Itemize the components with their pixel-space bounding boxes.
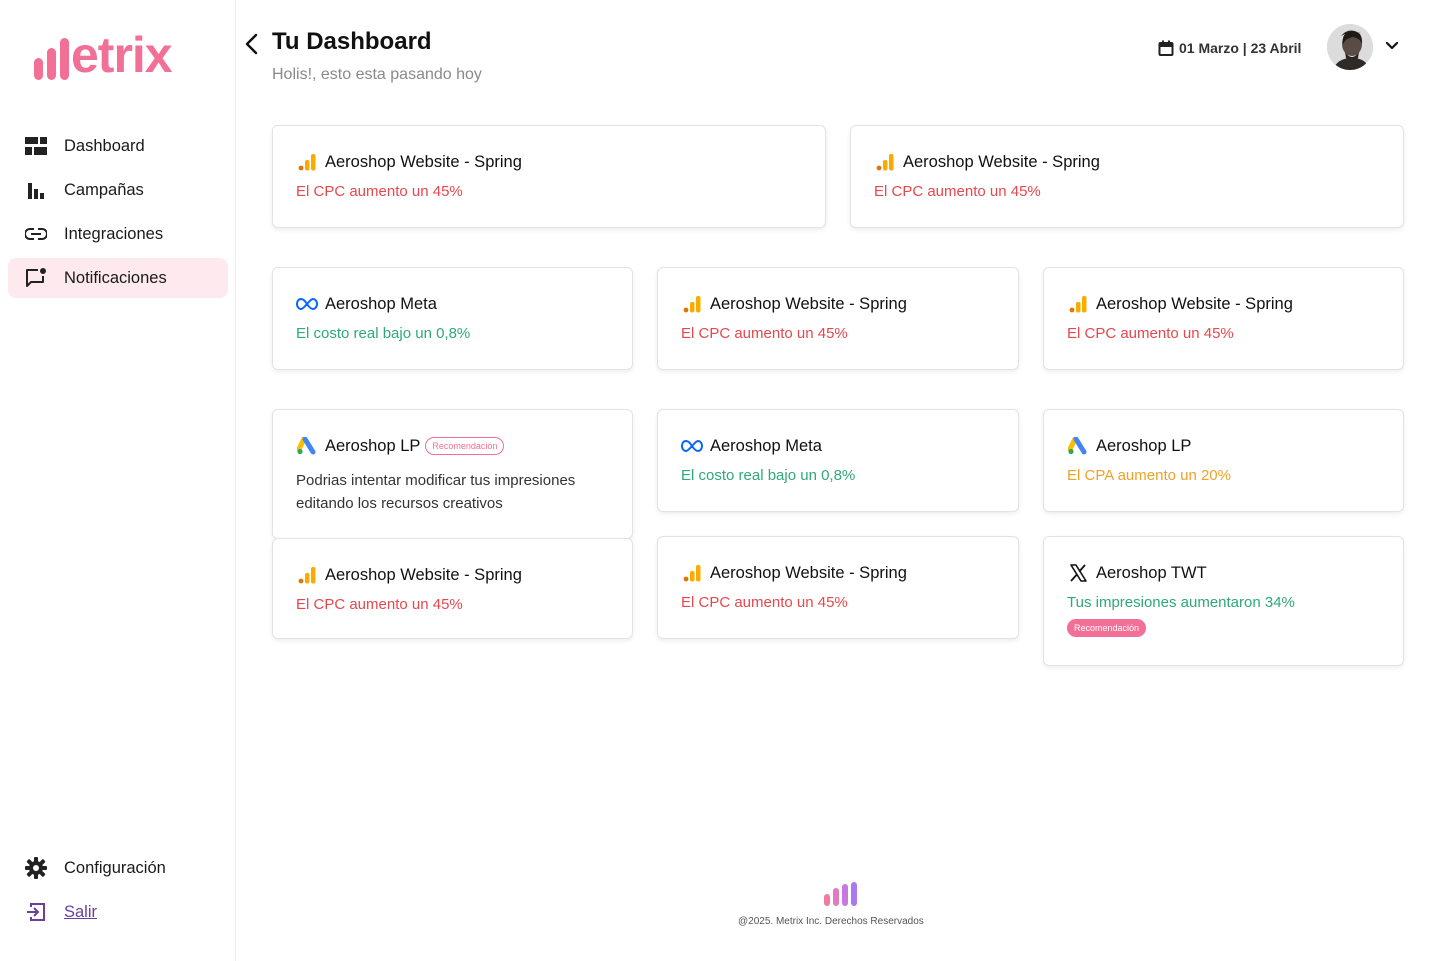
sidebar-item-label: Notificaciones [64,268,167,287]
google-ads-icon [1067,436,1089,456]
card-message: El CPC aumento un 45% [1067,325,1234,342]
link-icon [24,222,48,246]
sidebar-item-integraciones[interactable]: Integraciones [8,214,228,254]
notification-card[interactable]: Aeroshop Website - Spring El CPC aumento… [272,125,826,228]
card-description: Podrias intentar modificar tus impresion… [296,472,576,512]
google-ads-icon [296,436,318,456]
avatar[interactable] [1327,24,1373,70]
date-range-picker[interactable]: 01 Marzo | 23 Abril [1158,38,1301,58]
sidebar-item-configuracion[interactable]: Configuración [8,848,228,888]
card-message: El CPC aumento un 45% [681,594,848,611]
card-title: Aeroshop LP [325,436,421,455]
sidebar-item-dashboard[interactable]: Dashboard [8,126,228,166]
brand-logo[interactable]: etrix [34,27,173,83]
card-title: Aeroshop LP [1096,436,1192,455]
card-title: Aeroshop Website - Spring [1096,294,1293,313]
card-message: El CPC aumento un 45% [296,183,463,200]
card-title: Aeroshop Website - Spring [710,563,907,582]
sidebar-item-campanas[interactable]: Campañas [8,170,228,210]
logout-icon [24,900,48,924]
google-analytics-icon [681,294,703,314]
meta-icon [681,436,703,456]
dashboard-icon [24,134,48,158]
notification-card[interactable]: Aeroshop Meta El costo real bajo un 0,8% [657,409,1019,512]
user-photo [1327,24,1373,70]
card-message: El CPC aumento un 45% [296,596,463,613]
brand-name: etrix [71,27,173,83]
gear-icon [24,856,48,880]
chevron-left-icon [245,33,258,55]
card-message: El CPC aumento un 45% [681,325,848,342]
card-message: El costo real bajo un 0,8% [681,467,856,484]
page-title: Tu Dashboard [272,28,432,55]
user-menu-button[interactable] [1382,36,1402,56]
google-analytics-icon [296,152,318,172]
x-twitter-icon [1067,563,1089,583]
card-title: Aeroshop TWT [1096,563,1207,582]
calendar-icon [1158,40,1174,56]
bar-chart-icon [24,178,48,202]
card-message: El costo real bajo un 0,8% [296,325,471,342]
card-title: Aeroshop Website - Spring [710,294,907,313]
notification-card[interactable]: Aeroshop Website - Spring El CPC aumento… [657,267,1019,370]
card-message: Tus impresiones aumentaron 34% [1067,594,1295,611]
recommendation-card[interactable]: Aeroshop LP Recomendación Podrias intent… [272,409,633,539]
meta-icon [296,294,318,314]
chevron-down-icon [1385,41,1399,50]
sidebar-item-salir[interactable]: Salir [8,892,228,932]
google-analytics-icon [296,565,318,585]
sidebar-bottom-nav: Configuración Salir [8,848,228,936]
google-analytics-icon [1067,294,1089,314]
notification-card[interactable]: Aeroshop TWT Tus impresiones aumentaron … [1043,536,1404,666]
sidebar-item-label: Dashboard [64,136,145,155]
card-title: Aeroshop Meta [325,294,437,313]
notification-card[interactable]: Aeroshop LP El CPA aumento un 20% [1043,409,1404,512]
sidebar-nav: Dashboard Campañas Integraciones Notific… [8,126,228,302]
footer-logo-icon [824,882,857,906]
card-title: Aeroshop Website - Spring [903,152,1100,171]
sidebar-item-label: Configuración [64,858,166,877]
card-title: Aeroshop Website - Spring [325,152,522,171]
notification-card[interactable]: Aeroshop Meta El costo real bajo un 0,8% [272,267,633,370]
card-message: El CPA aumento un 20% [1067,467,1231,484]
sidebar-item-label: Salir [64,902,98,921]
google-analytics-icon [681,563,703,583]
date-range-text: 01 Marzo | 23 Abril [1179,40,1302,56]
notification-card[interactable]: Aeroshop Website - Spring El CPC aumento… [1043,267,1404,370]
notification-card[interactable]: Aeroshop Website - Spring El CPC aumento… [850,125,1404,228]
recommendation-badge: Recomendación [425,437,505,455]
card-title: Aeroshop Meta [710,436,822,455]
logo-bars-icon [34,36,69,80]
sidebar-item-notificaciones[interactable]: Notificaciones [8,258,228,298]
back-button[interactable] [238,30,264,58]
footer-copyright: @2025. Metrix Inc. Derechos Reservados [738,916,924,927]
sidebar-item-label: Integraciones [64,224,164,243]
recommendation-badge: Recomendación [1067,619,1147,637]
sidebar-item-label: Campañas [64,180,144,199]
notification-icon [24,266,48,290]
card-message: El CPC aumento un 45% [874,183,1041,200]
notification-card[interactable]: Aeroshop Website - Spring El CPC aumento… [657,536,1019,639]
page-subtitle: Holis!, esto esta pasando hoy [272,66,482,83]
sidebar: etrix Dashboard Campañas Integraciones N… [0,0,236,961]
card-title: Aeroshop Website - Spring [325,565,522,584]
notification-card[interactable]: Aeroshop Website - Spring El CPC aumento… [272,538,633,639]
google-analytics-icon [874,152,896,172]
